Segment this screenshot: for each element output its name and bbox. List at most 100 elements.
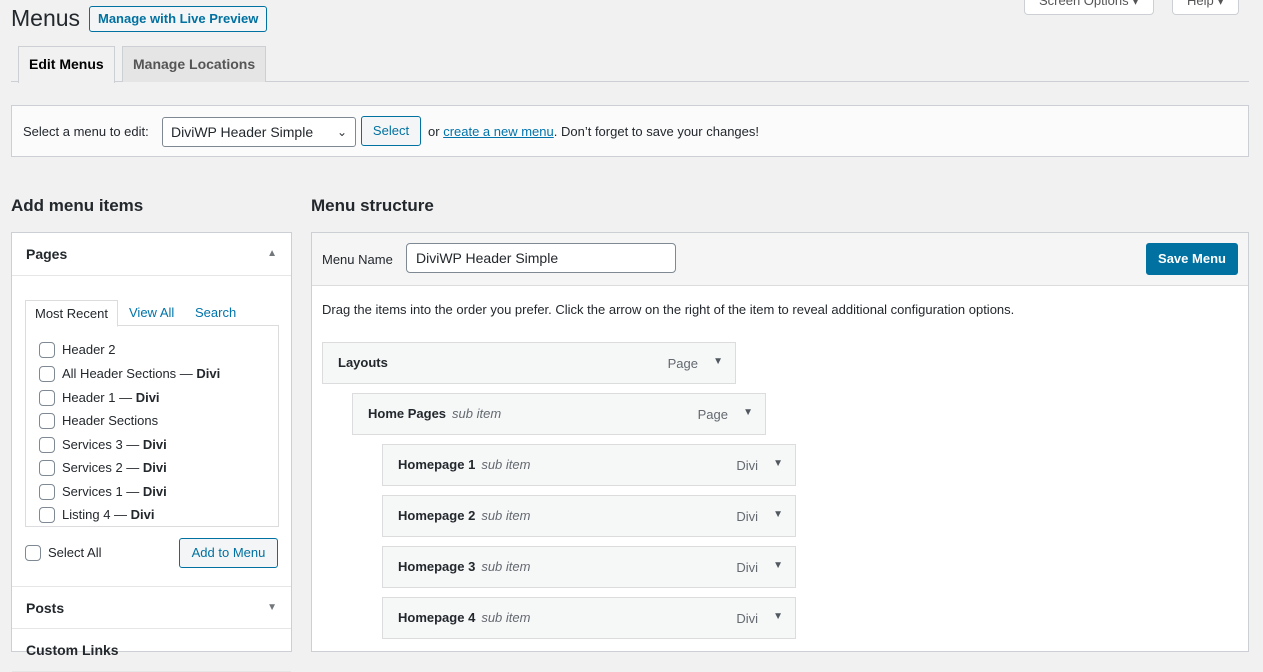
checkbox[interactable] [39,506,55,523]
menu-item[interactable]: Home Pages sub item Page ▼ [352,393,766,435]
menu-item-type: Divi [736,560,758,575]
screen-options-button[interactable]: Screen Options ▾ [1024,0,1154,15]
page-name: Header 2 [62,342,116,357]
menu-item-sub: sub item [481,457,531,472]
page-suffix: Divi [142,437,167,452]
manage-live-preview-button[interactable]: Manage with Live Preview [89,6,268,32]
tab-search[interactable]: Search [186,300,245,326]
menu-item[interactable]: Homepage 3 sub item Divi ▼ [382,546,796,588]
menu-name-input[interactable]: DiviWP Header Simple [406,243,676,273]
create-new-menu-link[interactable]: create a new menu [443,124,554,139]
page-name: Services 2 — [62,460,143,475]
custom-links-title: Custom Links [26,642,119,658]
menu-item-type: Divi [736,611,758,626]
menu-select-dropdown[interactable]: DiviWP Header Simple ⌄ [162,117,356,147]
tab-most-recent[interactable]: Most Recent [25,300,118,327]
menu-item-sub: sub item [452,406,502,421]
menu-item-title: Layouts [338,355,388,370]
menu-item-type: Page [697,407,728,422]
checkbox[interactable] [39,341,55,358]
help-button[interactable]: Help ▾ [1172,0,1239,15]
list-item[interactable]: All Header Sections — Divi [39,365,220,385]
tab-manage-locations[interactable]: Manage Locations [122,46,267,82]
menu-item-label: Homepage 4 [398,610,476,625]
menu-item-title: Homepage 4 sub item [398,610,530,625]
checkbox[interactable] [39,389,55,406]
menu-item-title: Homepage 3 sub item [398,559,530,574]
menu-structure-heading: Menu structure [311,196,434,215]
posts-section-header[interactable]: Posts ▼ [12,586,291,629]
custom-links-section-header[interactable]: Custom Links [12,629,291,672]
triangle-down-icon[interactable]: ▼ [713,356,723,367]
checkbox[interactable] [39,436,55,453]
menu-name-label: Menu Name [322,252,393,267]
message-suffix: . Don’t forget to save your changes! [553,124,759,139]
menu-item-type: Page [667,356,698,371]
checkbox[interactable] [39,483,55,500]
add-menu-items-panel: Pages ▲ Most Recent View All Search Head… [11,232,292,672]
checkbox[interactable] [39,365,55,382]
add-to-menu-button[interactable]: Add to Menu [179,538,278,568]
menu-header: Menu Name DiviWP Header Simple Save Menu [312,233,1248,286]
menu-item-label: Home Pages [368,406,447,421]
menu-item-sub: sub item [481,610,531,625]
page-name: All Header Sections — [62,366,197,381]
manage-menus-bar: Select a menu to edit: DiviWP Header Sim… [11,105,1249,157]
chevron-down-icon: ⌄ [336,125,347,139]
list-item[interactable]: Services 2 — Divi [39,459,167,479]
menu-item[interactable]: Layouts Page ▼ [322,342,736,384]
list-item[interactable]: Services 3 — Divi [39,436,167,456]
select-all-checkbox[interactable] [25,544,41,561]
pages-section-header[interactable]: Pages ▲ [12,233,291,276]
select-all[interactable]: Select All [25,544,101,564]
menu-item-label: Homepage 3 [398,559,476,574]
menu-item-label: Homepage 2 [398,508,476,523]
menu-item-title: Homepage 1 sub item [398,457,530,472]
menu-management-panel: Menu Name DiviWP Header Simple Save Menu… [311,232,1249,652]
page-suffix: Divi [142,484,167,499]
menu-item[interactable]: Homepage 2 sub item Divi ▼ [382,495,796,537]
save-menu-button[interactable]: Save Menu [1146,243,1238,275]
message-prefix: or [428,124,440,139]
pages-checklist: Header 2 All Header Sections — Divi Head… [25,325,279,527]
menu-item-label: Layouts [338,355,388,370]
page-title: Menus [11,5,81,31]
add-menu-items-heading: Add menu items [11,196,144,215]
tab-view-all[interactable]: View All [120,300,183,326]
page-suffix: Divi [142,460,167,475]
triangle-down-icon[interactable]: ▼ [773,509,783,520]
nav-tab-wrapper: Edit Menus Manage Locations [11,46,1249,83]
list-item[interactable]: Header 2 [39,341,115,361]
triangle-down-icon[interactable]: ▼ [773,458,783,469]
page-suffix: Divi [130,507,155,522]
triangle-down-icon[interactable]: ▼ [773,560,783,571]
menu-item[interactable]: Homepage 1 sub item Divi ▼ [382,444,796,486]
triangle-up-icon: ▲ [267,248,277,259]
triangle-down-icon: ▼ [267,602,277,613]
manage-message: or create a new menu. Don’t forget to sa… [428,124,759,139]
menu-item-label: Homepage 1 [398,457,476,472]
tab-edit-menus[interactable]: Edit Menus [18,46,115,83]
drag-instructions: Drag the items into the order you prefer… [322,302,1015,317]
page-name: Services 3 — [62,437,143,452]
triangle-down-icon[interactable]: ▼ [743,407,753,418]
list-item[interactable]: Listing 4 — Divi [39,506,155,526]
checkbox[interactable] [39,412,55,429]
page-name: Header Sections [62,413,159,428]
menu-item[interactable]: Homepage 4 sub item Divi ▼ [382,597,796,639]
page-name: Header 1 — [62,390,136,405]
list-item[interactable]: Header Sections [39,412,158,432]
menu-item-type: Divi [736,509,758,524]
list-item[interactable]: Header 1 — Divi [39,389,160,409]
pages-tabs: Most Recent View All Search [25,300,279,327]
posts-title: Posts [26,600,65,616]
list-item[interactable]: Services 1 — Divi [39,483,167,503]
menu-select-value: DiviWP Header Simple [171,124,314,140]
page-name: Services 1 — [62,484,143,499]
checkbox[interactable] [39,459,55,476]
select-button[interactable]: Select [361,116,421,146]
select-menu-label: Select a menu to edit: [23,124,149,139]
pages-title: Pages [26,246,68,262]
menu-item-type: Divi [736,458,758,473]
triangle-down-icon[interactable]: ▼ [773,611,783,622]
